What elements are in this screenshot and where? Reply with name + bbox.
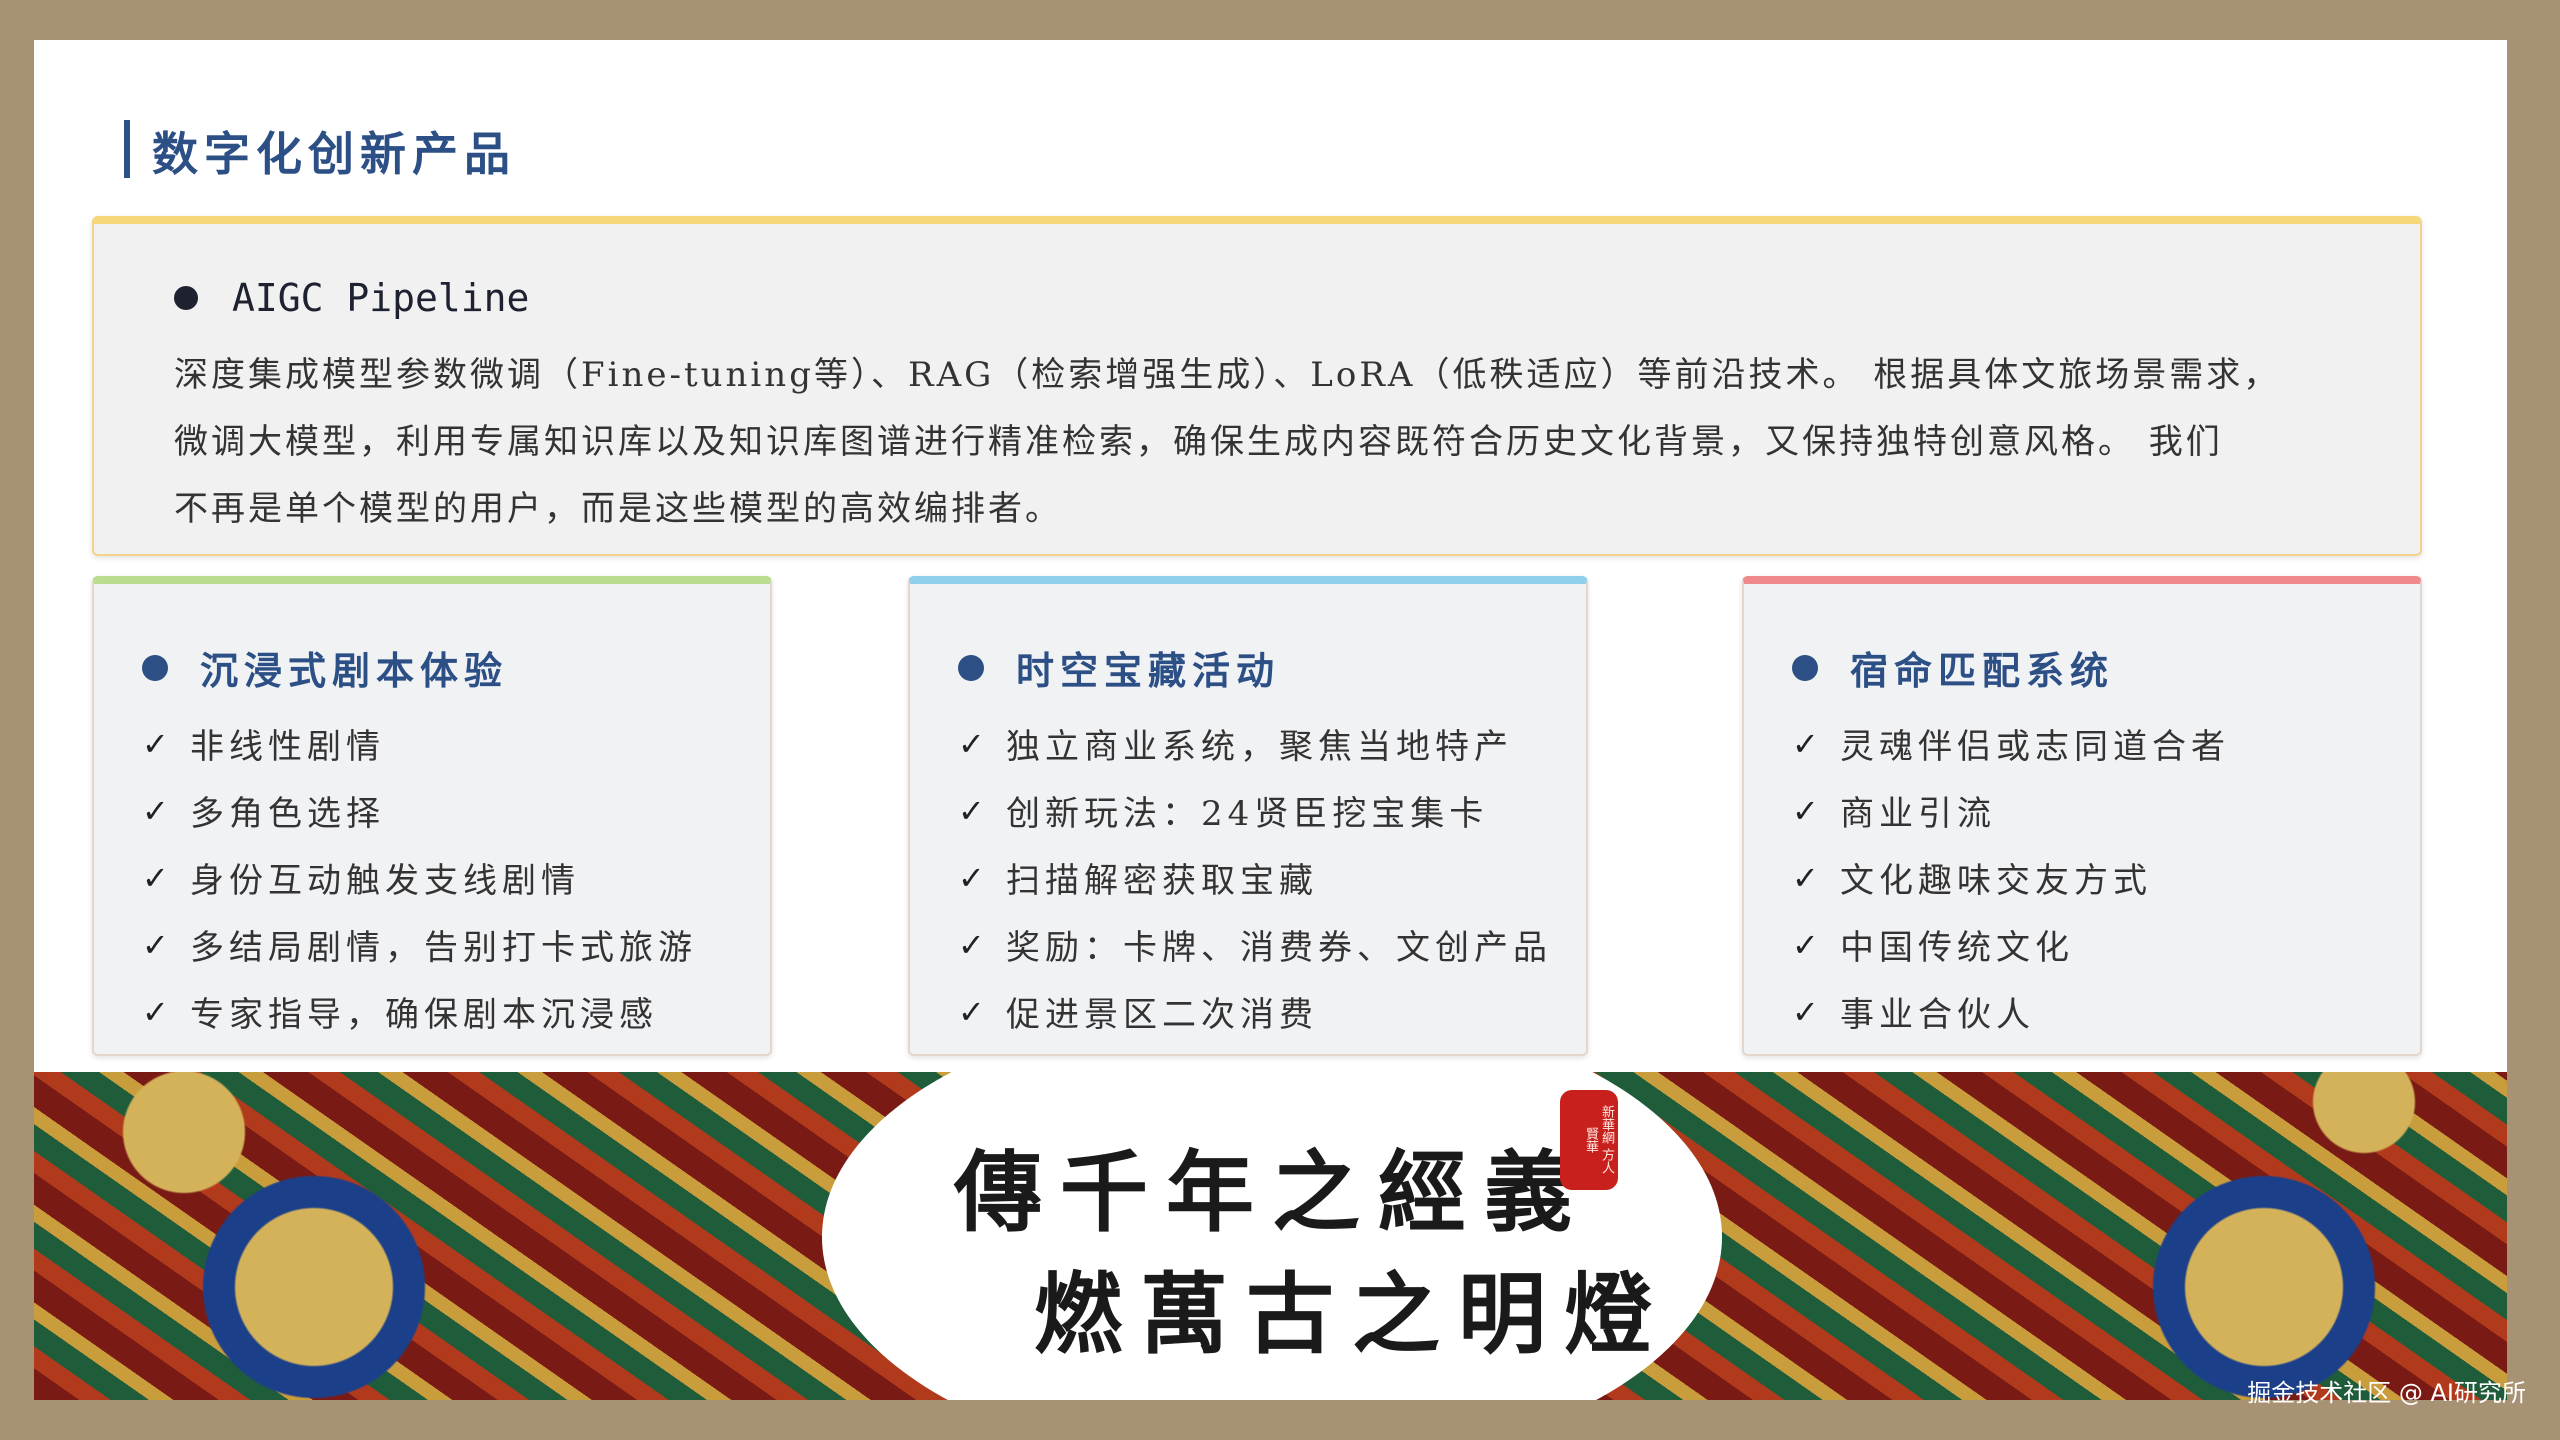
list-item-label: 身份互动触发支线剧情 [190, 861, 580, 901]
list-item: ✓ 专家指导，确保剧本沉浸感 [142, 978, 697, 1045]
feature-list: ✓ 灵魂伴侣或志同道合者 ✓ 商业引流 ✓ 文化趣味交友方式 ✓ 中国传统文化 ✓ 事业合… [1792, 710, 2230, 1045]
treasure-hunt-card: 时空宝藏活动 ✓ 独立商业系统，聚焦当地特产 ✓ 创新玩法：24贤臣挖宝集卡 ✓ 扫描… [908, 576, 1588, 1056]
card-heading: 沉浸式剧本体验 [142, 640, 508, 695]
list-item: ✓ 奖励：卡牌、消费券、文创产品 [958, 911, 1552, 978]
bullet-dot-icon [958, 654, 984, 681]
list-item-label: 奖励：卡牌、消费券、文创产品 [1006, 928, 1552, 968]
list-item: ✓ 事业合伙人 [1792, 978, 2230, 1045]
list-item-label: 非线性剧情 [190, 727, 385, 767]
list-item: ✓ 非线性剧情 [142, 710, 697, 777]
list-item-label: 多结局剧情，告别打卡式旅游 [190, 928, 697, 968]
description-line: 微调大模型，利用专属知识库以及知识库图谱进行精准检索，确保生成内容既符合历史文化… [174, 422, 2223, 462]
list-item: ✓ 促进景区二次消费 [958, 978, 1552, 1045]
list-item-label: 文化趣味交友方式 [1840, 861, 2152, 901]
list-item: ✓ 商业引流 [1792, 777, 2230, 844]
check-icon: ✓ [142, 925, 174, 964]
card-heading: 时空宝藏活动 [958, 640, 1280, 695]
calligraphy-line-2: 燃萬古之明燈 [1034, 1262, 1671, 1366]
check-icon: ✓ [958, 791, 990, 830]
title-accent-bar [124, 120, 130, 178]
description-line: 深度集成模型参数微调（Fine-tuning等）、RAG（检索增强生成）、LoR… [174, 355, 2281, 395]
list-item-label: 事业合伙人 [1840, 995, 2035, 1035]
calligraphy-line-1: 傳千年之經義 [954, 1140, 1591, 1244]
list-item: ✓ 灵魂伴侣或志同道合者 [1792, 710, 2230, 777]
page-title: 数字化创新产品 [152, 127, 516, 181]
description-line: 不再是单个模型的用户，而是这些模型的高效编排者。 [174, 489, 1062, 529]
feature-list: ✓ 非线性剧情 ✓ 多角色选择 ✓ 身份互动触发支线剧情 ✓ 多结局剧情，告别打卡式旅游… [142, 710, 697, 1045]
list-item-label: 创新玩法：24贤臣挖宝集卡 [1006, 794, 1489, 834]
card-heading: 宿命匹配系统 [1792, 640, 2114, 695]
aigc-pipeline-heading: AIGC Pipeline [174, 276, 529, 320]
feature-list: ✓ 独立商业系统，聚焦当地特产 ✓ 创新玩法：24贤臣挖宝集卡 ✓ 扫描解密获取宝藏 … [958, 710, 1552, 1045]
list-item-label: 中国传统文化 [1840, 928, 2074, 968]
check-icon: ✓ [1792, 858, 1824, 897]
card-title: 沉浸式剧本体验 [200, 648, 509, 693]
list-item-label: 商业引流 [1840, 794, 1996, 834]
aigc-pipeline-description: 深度集成模型参数微调（Fine-tuning等）、RAG（检索增强生成）、LoR… [174, 342, 2374, 543]
list-item: ✓ 中国传统文化 [1792, 911, 2230, 978]
list-item-label: 专家指导，确保剧本沉浸感 [190, 995, 658, 1035]
list-item-label: 灵魂伴侣或志同道合者 [1840, 727, 2230, 767]
check-icon: ✓ [1792, 791, 1824, 830]
list-item: ✓ 创新玩法：24贤臣挖宝集卡 [958, 777, 1552, 844]
list-item: ✓ 多角色选择 [142, 777, 697, 844]
check-icon: ✓ [142, 858, 174, 897]
slide: 数字化创新产品 AIGC Pipeline 深度集成模型参数微调（Fine-tu… [34, 40, 2507, 1400]
list-item-label: 多角色选择 [190, 794, 385, 834]
check-icon: ✓ [958, 925, 990, 964]
check-icon: ✓ [142, 791, 174, 830]
list-item-label: 独立商业系统，聚焦当地特产 [1006, 727, 1513, 767]
list-item: ✓ 扫描解密获取宝藏 [958, 844, 1552, 911]
list-item: ✓ 身份互动触发支线剧情 [142, 844, 697, 911]
bullet-dot-icon [142, 654, 168, 681]
red-seal-stamp: 新華網 方人賢華 [1560, 1090, 1618, 1190]
check-icon: ✓ [1792, 925, 1824, 964]
check-icon: ✓ [958, 724, 990, 763]
list-item-label: 扫描解密获取宝藏 [1006, 861, 1318, 901]
immersive-script-card: 沉浸式剧本体验 ✓ 非线性剧情 ✓ 多角色选择 ✓ 身份互动触发支线剧情 ✓ 多结局剧情… [92, 576, 772, 1056]
list-item: ✓ 文化趣味交友方式 [1792, 844, 2230, 911]
list-item: ✓ 多结局剧情，告别打卡式旅游 [142, 911, 697, 978]
list-item: ✓ 独立商业系统，聚焦当地特产 [958, 710, 1552, 777]
check-icon: ✓ [142, 724, 174, 763]
decorative-ceiling-banner: 傳千年之經義 燃萬古之明燈 新華網 方人賢華 [34, 1072, 2507, 1400]
card-title: 时空宝藏活动 [1016, 648, 1281, 693]
check-icon: ✓ [1792, 724, 1824, 763]
card-title: 宿命匹配系统 [1850, 648, 2115, 693]
check-icon: ✓ [1792, 992, 1824, 1031]
check-icon: ✓ [142, 992, 174, 1031]
check-icon: ✓ [958, 992, 990, 1031]
bullet-dot-icon [174, 286, 198, 310]
destiny-match-card: 宿命匹配系统 ✓ 灵魂伴侣或志同道合者 ✓ 商业引流 ✓ 文化趣味交友方式 ✓ 中国传统… [1742, 576, 2422, 1056]
bullet-dot-icon [1792, 654, 1818, 681]
list-item-label: 促进景区二次消费 [1006, 995, 1318, 1035]
watermark: 掘金技术社区 @ AI研究所 [2247, 1379, 2526, 1407]
check-icon: ✓ [958, 858, 990, 897]
aigc-pipeline-card: AIGC Pipeline 深度集成模型参数微调（Fine-tuning等）、R… [92, 216, 2422, 556]
aigc-pipeline-title: AIGC Pipeline [232, 276, 530, 320]
